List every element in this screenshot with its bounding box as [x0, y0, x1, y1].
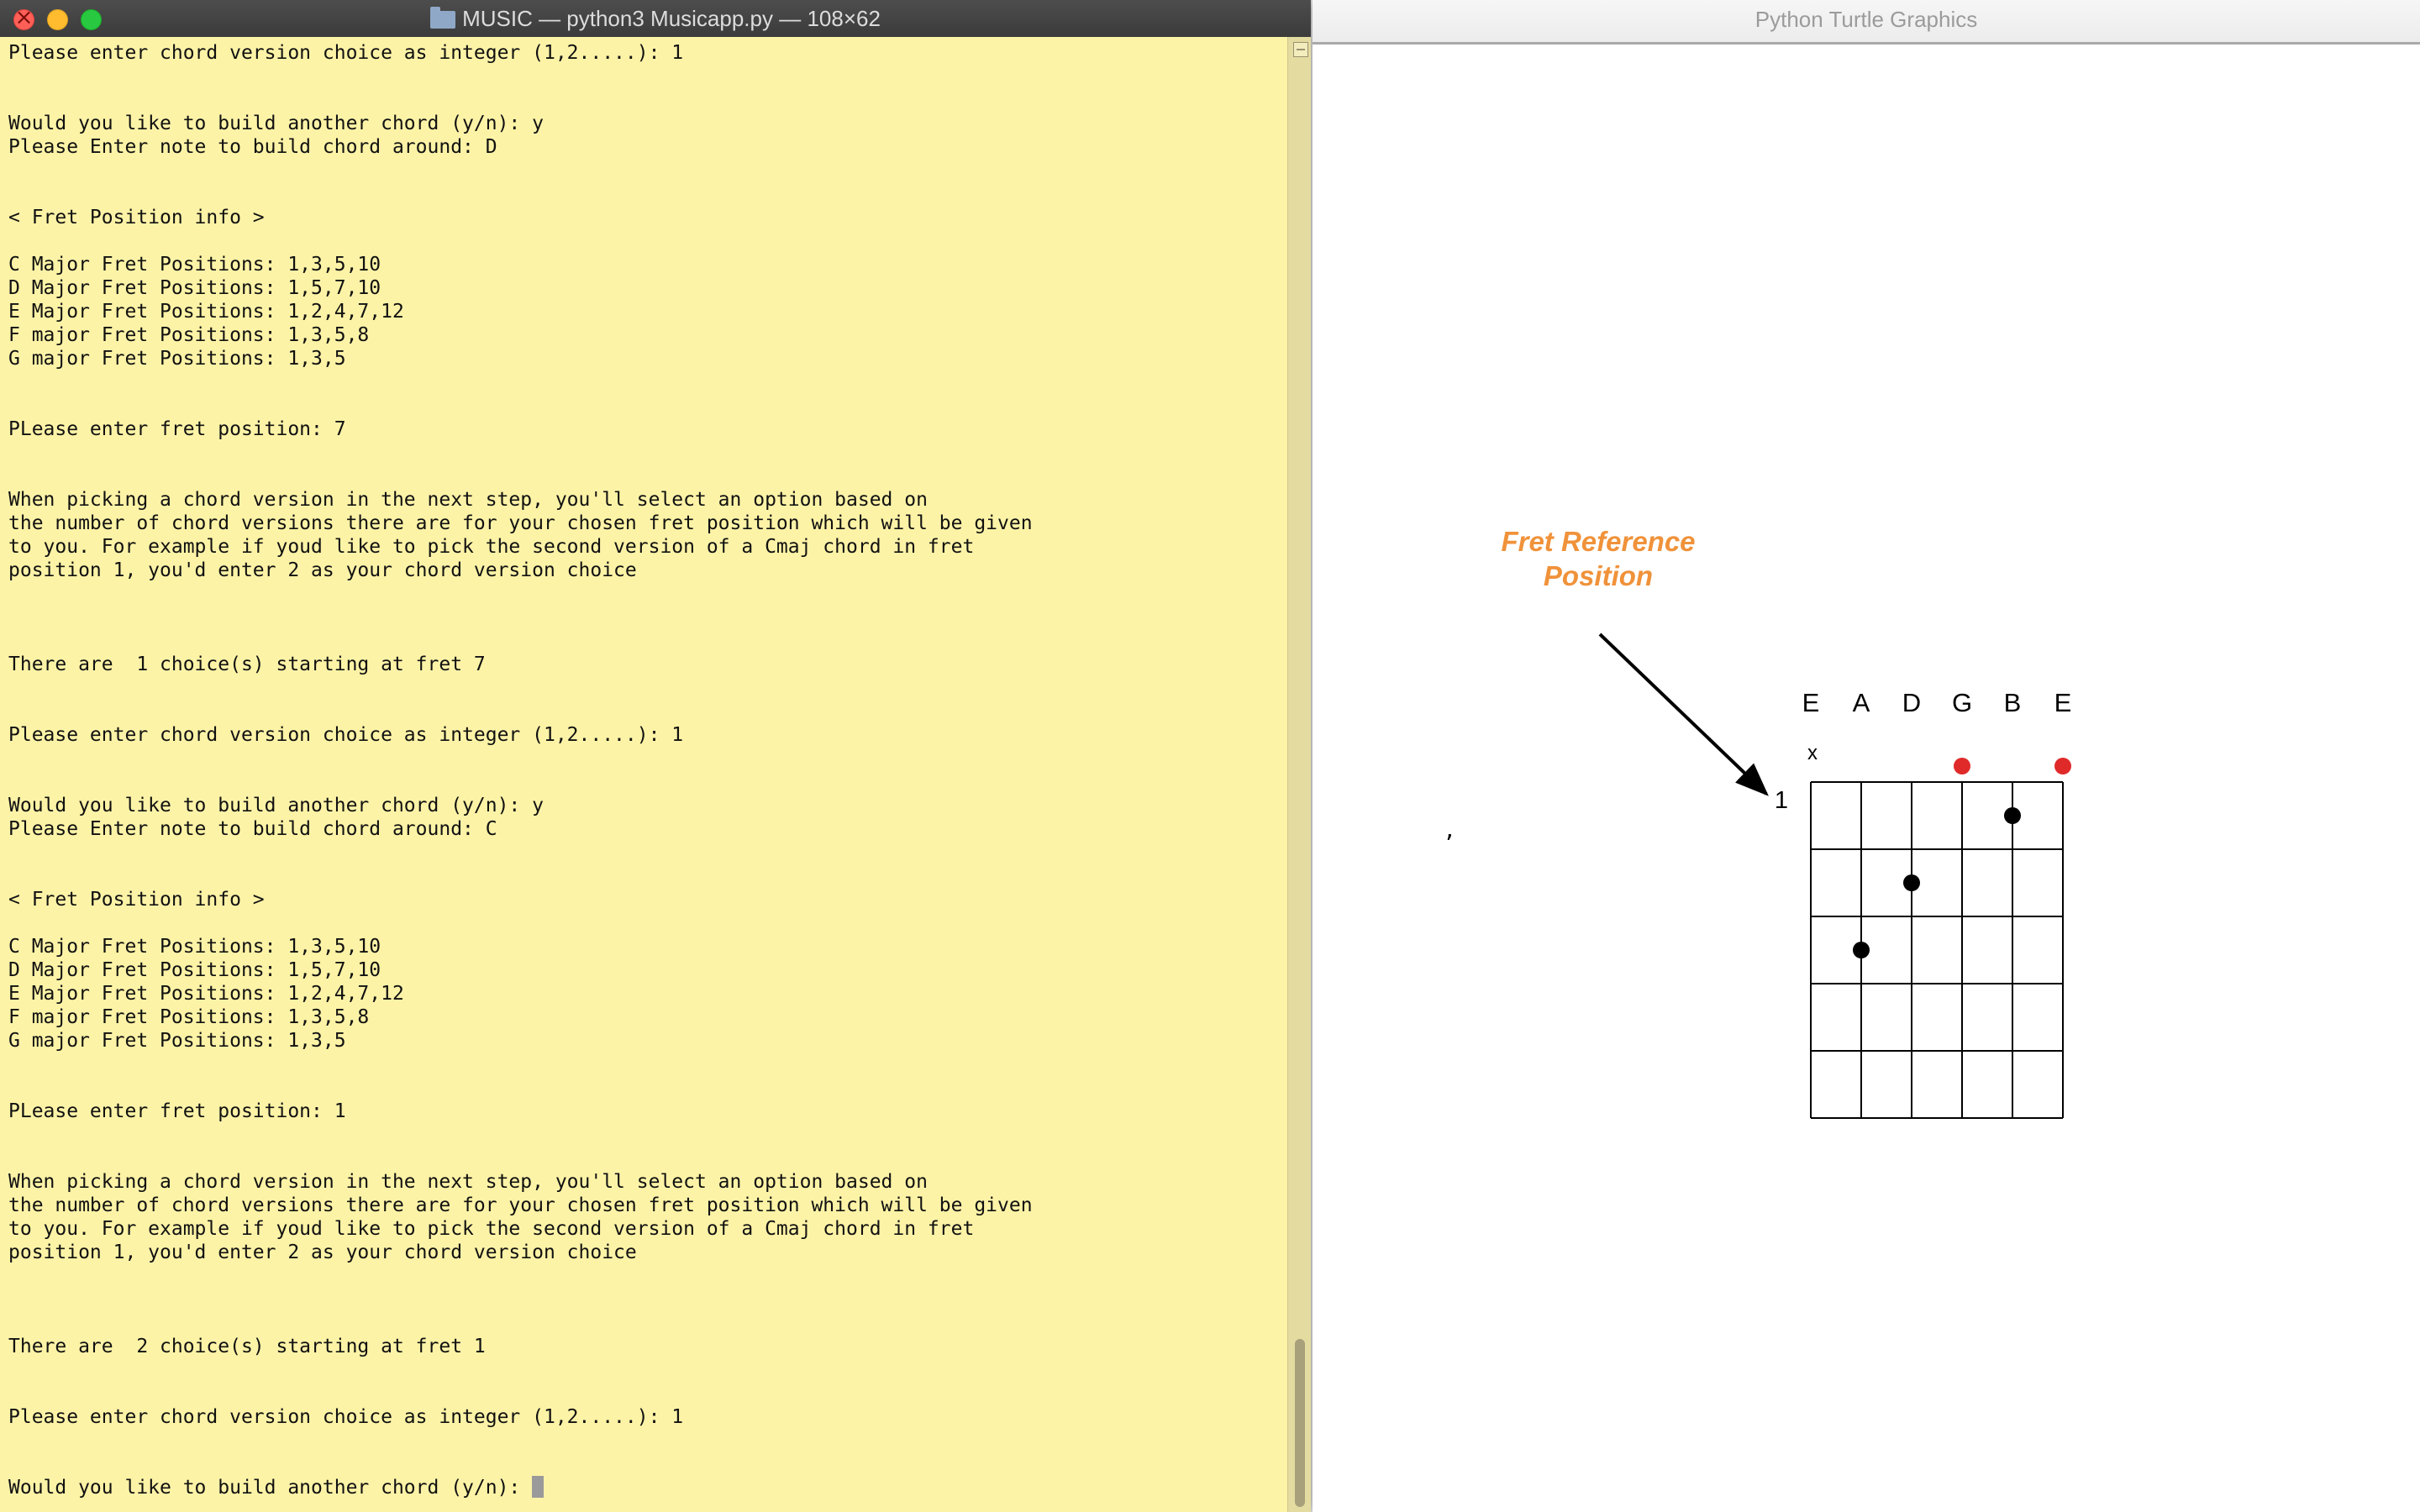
finger-dot: [1903, 874, 1920, 891]
string-label: G: [1952, 688, 1972, 717]
reference-arrow: [1598, 633, 1769, 796]
terminal-title-text: MUSIC — python3 Musicapp.py — 108×62: [462, 6, 881, 31]
terminal-line: PLease enter fret position: 1: [8, 1100, 346, 1122]
terminal-line: There are 2 choice(s) starting at fret 1: [8, 1336, 486, 1357]
terminal-title: MUSIC — python3 Musicapp.py — 108×62: [0, 0, 1311, 37]
scrollbar-thumb[interactable]: [1295, 1339, 1305, 1507]
open-string-dot: [2054, 758, 2071, 774]
text-cursor[interactable]: [532, 1476, 544, 1498]
scrollbar-split-icon[interactable]: [1293, 42, 1308, 57]
terminal-line: the number of chord versions there are f…: [8, 1194, 1033, 1216]
terminal-line: When picking a chord version in the next…: [8, 1171, 928, 1193]
terminal-output-lines: Please enter chord version choice as int…: [8, 42, 1033, 1428]
terminal-line: to you. For example if youd like to pick…: [8, 536, 975, 558]
terminal-line: < Fret Position info >: [8, 207, 265, 228]
terminal-line: position 1, you'd enter 2 as your chord …: [8, 559, 637, 581]
string-label: A: [1853, 688, 1870, 717]
terminal-line: Please enter chord version choice as int…: [8, 724, 684, 746]
terminal-line: C Major Fret Positions: 1,3,5,10: [8, 254, 381, 276]
string-label: B: [2004, 688, 2022, 717]
terminal-line: Would you like to build another chord (y…: [8, 113, 544, 134]
terminal-line: D Major Fret Positions: 1,5,7,10: [8, 959, 381, 981]
terminal-line: Please enter chord version choice as int…: [8, 42, 684, 64]
terminal-prompt: Would you like to build another chord (y…: [8, 1477, 533, 1499]
terminal-output-area[interactable]: Please enter chord version choice as int…: [0, 37, 1287, 1512]
finger-dot: [1853, 942, 1870, 958]
terminal-line: G major Fret Positions: 1,3,5: [8, 1030, 346, 1052]
terminal-line: When picking a chord version in the next…: [8, 489, 928, 511]
terminal-line: position 1, you'd enter 2 as your chord …: [8, 1242, 637, 1263]
terminal-line: the number of chord versions there are f…: [8, 512, 1033, 534]
terminal-scrollbar[interactable]: [1287, 37, 1311, 1512]
muted-string-marker: x: [1807, 742, 1818, 764]
terminal-line: C Major Fret Positions: 1,3,5,10: [8, 936, 381, 958]
terminal-output: Please enter chord version choice as int…: [8, 41, 1033, 1499]
turtle-title: Python Turtle Graphics: [1754, 7, 1978, 32]
terminal-titlebar[interactable]: MUSIC — python3 Musicapp.py — 108×62: [0, 0, 1311, 38]
terminal-line: F major Fret Positions: 1,3,5,8: [8, 324, 370, 346]
terminal-line: Would you like to build another chord (y…: [8, 795, 544, 816]
terminal-line: Please enter chord version choice as int…: [8, 1406, 684, 1428]
turtle-canvas[interactable]: Fret Reference Position ʼ EADGBEx1: [1313, 45, 2420, 1512]
terminal-line: < Fret Position info >: [8, 889, 265, 911]
folder-icon: [430, 7, 456, 29]
terminal-line: Please Enter note to build chord around:…: [8, 136, 497, 158]
terminal-line: F major Fret Positions: 1,3,5,8: [8, 1006, 370, 1028]
terminal-line: D Major Fret Positions: 1,5,7,10: [8, 277, 381, 299]
terminal-line: E Major Fret Positions: 1,2,4,7,12: [8, 983, 404, 1005]
terminal-line: to you. For example if youd like to pick…: [8, 1218, 975, 1240]
string-label: E: [1802, 688, 1820, 717]
terminal-line: There are 1 choice(s) starting at fret 7: [8, 654, 486, 675]
terminal-line: PLease enter fret position: 7: [8, 418, 346, 440]
string-label: D: [1902, 688, 1921, 717]
fret-number-label: 1: [1775, 787, 1788, 814]
stray-turtle-mark: ʼ: [1445, 830, 1454, 859]
terminal-line: Please Enter note to build chord around:…: [8, 818, 497, 840]
chord-diagram: ʼ E A D G B Ex 1: [1445, 633, 2072, 1119]
open-string-dot: [1954, 758, 1970, 774]
terminal-line: G major Fret Positions: 1,3,5: [8, 348, 346, 370]
terminal-line: E Major Fret Positions: 1,2,4,7,12: [8, 301, 404, 323]
turtle-titlebar[interactable]: Python Turtle Graphics: [1313, 0, 2420, 45]
terminal-window[interactable]: MUSIC — python3 Musicapp.py — 108×62 Ple…: [0, 0, 1311, 1512]
turtle-window[interactable]: Python Turtle Graphics Fret Reference Po…: [1313, 0, 2420, 1512]
finger-dot: [2004, 807, 2021, 824]
string-label: E: [2054, 688, 2072, 717]
